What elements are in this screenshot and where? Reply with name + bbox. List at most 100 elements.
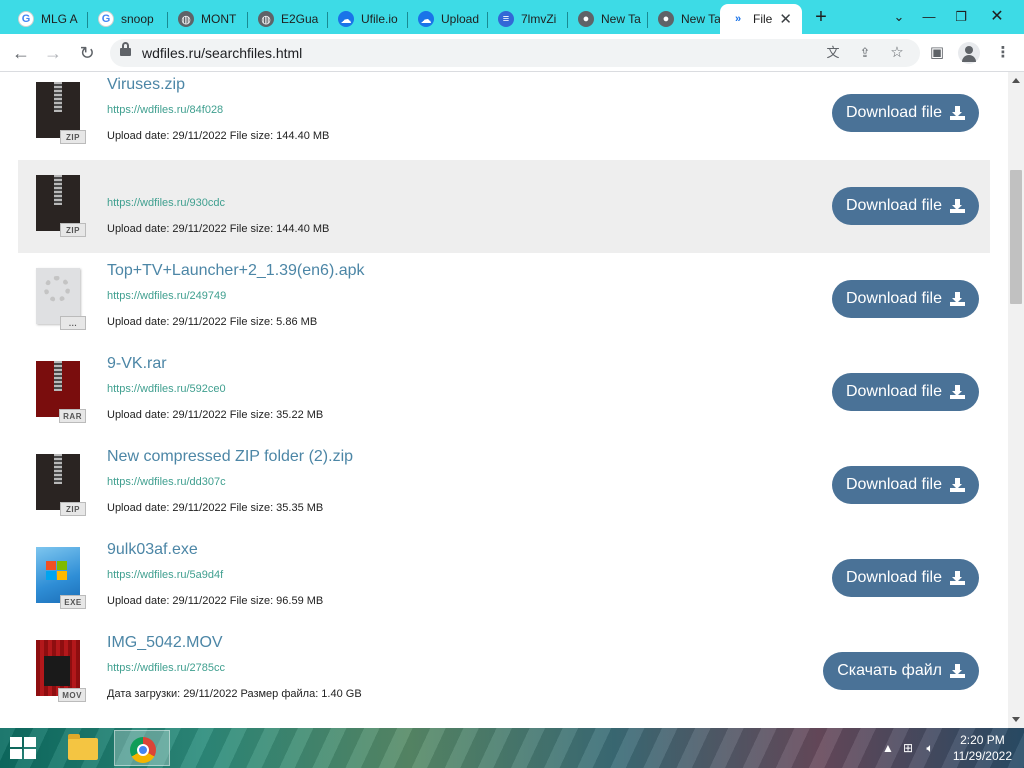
lock-icon [120, 42, 131, 56]
file-row: EXE 9ulk03af.exe https://wdfiles.ru/5a9d… [18, 537, 990, 630]
download-file-button[interactable]: Скачать файл [823, 652, 979, 690]
tab-active[interactable]: » File ✕ [720, 4, 802, 34]
file-name-link[interactable]: Viruses.zip [107, 76, 185, 94]
file-explorer-button[interactable] [54, 730, 110, 766]
file-name-link[interactable]: 9-VK.rar [107, 355, 167, 373]
globe-icon: ◍ [258, 11, 274, 27]
chrome-taskbar-button[interactable] [114, 730, 170, 766]
file-info: Upload date: 29/11/2022 File size: 35.35… [107, 502, 324, 514]
bookmark-star-icon[interactable]: ☆ [888, 44, 906, 62]
download-icon [950, 292, 965, 306]
file-url-link[interactable]: https://wdfiles.ru/dd307c [107, 476, 226, 488]
new-tab-button[interactable]: + [808, 4, 834, 30]
tab-title: E2Gua [281, 12, 319, 26]
file-url-link[interactable]: https://wdfiles.ru/592ce0 [107, 383, 226, 395]
menu-kebab-icon[interactable]: ⋮ [992, 42, 1014, 64]
tab-title: File [753, 12, 773, 26]
file-name-link[interactable]: 9ulk03af.exe [107, 541, 198, 559]
file-row: ... Top+TV+Launcher+2_1.39(en6).apk http… [18, 258, 990, 351]
file-name-link[interactable]: Top+TV+Launcher+2_1.39(en6).apk [107, 262, 365, 280]
network-icon[interactable]: ⊞ [900, 740, 916, 756]
download-file-button[interactable]: Download file [831, 187, 979, 225]
download-file-button[interactable]: Download file [831, 373, 979, 411]
show-hidden-icons-chevron-icon[interactable]: ▲ [880, 740, 896, 756]
chrome-icon: ● [578, 11, 594, 27]
side-panel-icon[interactable]: ▣ [926, 42, 948, 64]
generic-file-icon: ... [34, 266, 90, 330]
tab-6[interactable]: ☁ Upload [408, 4, 488, 34]
minimize-button[interactable]: — [914, 4, 944, 30]
download-button-label: Download file [845, 290, 942, 307]
tab-strip: G MLG A G snoop ◍ MONT ◍ E2Gua ☁ Ufile.i… [0, 0, 1024, 34]
vertical-scrollbar[interactable] [1008, 72, 1024, 728]
address-bar[interactable]: wdfiles.ru/searchfiles.html 文 ⇪ ☆ [110, 39, 920, 67]
clock-time: 2:20 PM [960, 733, 1005, 747]
share-icon[interactable]: ⇪ [856, 44, 874, 62]
download-file-button[interactable]: Download file [831, 94, 979, 132]
system-clock[interactable]: 2:20 PM 11/29/2022 [953, 732, 1012, 764]
tab-9[interactable]: ● New Ta [648, 4, 720, 34]
tab-2[interactable]: G snoop [88, 4, 168, 34]
back-arrow-icon[interactable]: ← [8, 41, 34, 65]
tab-title: MONT [201, 12, 237, 26]
tab-1[interactable]: G MLG A [8, 4, 88, 34]
windows-logo-icon [46, 561, 68, 581]
windows-start-icon[interactable] [10, 737, 38, 761]
download-button-label: Download file [845, 104, 942, 121]
tab-title: Upload [441, 12, 480, 26]
scroll-up-arrow-icon[interactable] [1012, 78, 1020, 83]
reload-icon[interactable]: ↻ [74, 41, 100, 65]
file-url-link[interactable]: https://wdfiles.ru/2785cc [107, 662, 225, 674]
forward-arrow-icon[interactable]: → [40, 41, 66, 65]
clock-date: 11/29/2022 [952, 749, 1012, 763]
file-row: ZIP New compressed ZIP folder (2).zip ht… [18, 444, 990, 537]
file-url-link[interactable]: https://wdfiles.ru/84f028 [107, 104, 223, 116]
download-file-button[interactable]: Download file [831, 280, 979, 318]
file-name-link[interactable]: IMG_5042.MOV [107, 634, 223, 652]
close-tab-icon[interactable]: ✕ [779, 10, 792, 28]
restore-button[interactable]: ❐ [946, 4, 976, 30]
download-button-label: Download file [845, 569, 942, 586]
google-g-icon: G [98, 11, 114, 27]
download-button-label: Download file [845, 197, 942, 214]
scrollbar-thumb[interactable] [1010, 170, 1022, 304]
download-icon [950, 571, 965, 585]
tab-7[interactable]: ≡ 7lmvZi [488, 4, 568, 34]
zip-file-icon: ZIP [34, 80, 90, 144]
download-icon [950, 106, 965, 120]
file-name-link[interactable]: New compressed ZIP folder (2).zip [107, 448, 353, 466]
google-g-icon: G [18, 11, 34, 27]
translate-icon[interactable]: 文 [824, 44, 842, 62]
file-info: Upload date: 29/11/2022 File size: 96.59… [107, 595, 324, 607]
volume-icon[interactable]: 🔈︎ [922, 740, 938, 756]
tab-title: 7lmvZi [521, 12, 557, 26]
file-url-link[interactable]: https://wdfiles.ru/930cdc [107, 197, 225, 209]
file-info: Upload date: 29/11/2022 File size: 5.86 … [107, 316, 318, 328]
tab-title: snoop [121, 12, 154, 26]
download-button-label: Download file [845, 476, 942, 493]
download-file-button[interactable]: Download file [831, 466, 979, 504]
download-file-button[interactable]: Download file [831, 559, 979, 597]
tab-search-chevron-icon[interactable]: ⌄ [884, 4, 914, 30]
file-row: MOV IMG_5042.MOV https://wdfiles.ru/2785… [18, 630, 990, 723]
browser-toolbar: ← → ↻ wdfiles.ru/searchfiles.html 文 ⇪ ☆ … [0, 34, 1024, 72]
profile-avatar-icon[interactable] [958, 42, 980, 64]
tab-3[interactable]: ◍ MONT [168, 4, 248, 34]
close-window-button[interactable]: ✕ [982, 4, 1012, 30]
file-url-link[interactable]: https://wdfiles.ru/249749 [107, 290, 226, 302]
file-info: Upload date: 29/11/2022 File size: 144.4… [107, 130, 330, 142]
file-info: Дата загрузки: 29/11/2022 Размер файла: … [107, 688, 362, 700]
file-url-link[interactable]: https://wdfiles.ru/5a9d4f [107, 569, 223, 581]
url-text[interactable]: wdfiles.ru/searchfiles.html [142, 45, 302, 61]
chrome-icon [130, 737, 156, 763]
tab-5[interactable]: ☁ Ufile.io [328, 4, 408, 34]
scroll-down-arrow-icon[interactable] [1012, 717, 1020, 722]
tab-title: MLG A [41, 12, 78, 26]
download-icon [950, 478, 965, 492]
tab-8[interactable]: ● New Ta [568, 4, 648, 34]
download-button-label: Скачать файл [837, 662, 942, 679]
zip-file-icon: ZIP [34, 452, 90, 516]
rar-file-icon: RAR [34, 359, 90, 423]
exe-file-icon: EXE [34, 545, 90, 609]
tab-4[interactable]: ◍ E2Gua [248, 4, 328, 34]
